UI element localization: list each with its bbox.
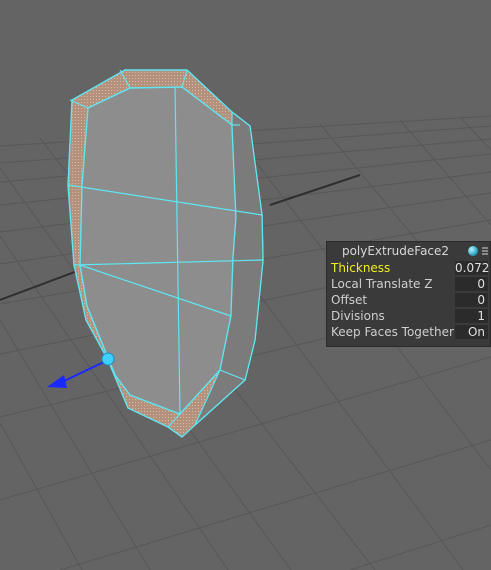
front-face: [79, 86, 237, 415]
attr-value-field[interactable]: 0.072: [455, 261, 489, 275]
attr-label: Divisions: [331, 309, 385, 323]
extruded-mesh[interactable]: [67, 69, 264, 438]
extrude-manipulator[interactable]: [47, 352, 115, 388]
attr-value-field[interactable]: 1: [455, 309, 488, 323]
attr-row-offset[interactable]: Offset 0: [327, 292, 490, 308]
sphere-status-icon[interactable]: [468, 246, 478, 256]
attr-value-field[interactable]: On: [455, 325, 488, 339]
attr-label: Keep Faces Together: [331, 325, 454, 339]
attr-value-field[interactable]: 0: [455, 277, 488, 291]
attr-row-divisions[interactable]: Divisions 1: [327, 308, 490, 324]
attr-row-thickness[interactable]: Thickness 0.072: [327, 260, 490, 276]
attr-label: Local Translate Z: [331, 277, 433, 291]
attr-label: Offset: [331, 293, 368, 307]
attr-row-keep-faces-together[interactable]: Keep Faces Together On: [327, 324, 490, 340]
attr-value-field[interactable]: 0: [455, 293, 488, 307]
attr-label: Thickness: [331, 261, 391, 275]
channel-box-hud[interactable]: polyExtrudeFace2 Thickness 0.072 Local T…: [326, 241, 491, 347]
node-title: polyExtrudeFace2: [327, 242, 490, 260]
node-name: polyExtrudeFace2: [341, 244, 450, 258]
attr-row-local-translate-z[interactable]: Local Translate Z 0: [327, 276, 490, 292]
manipulator-handle-icon[interactable]: [101, 352, 115, 366]
arrow-head-icon: [47, 375, 67, 388]
panel-grip-icon[interactable]: [482, 247, 488, 255]
